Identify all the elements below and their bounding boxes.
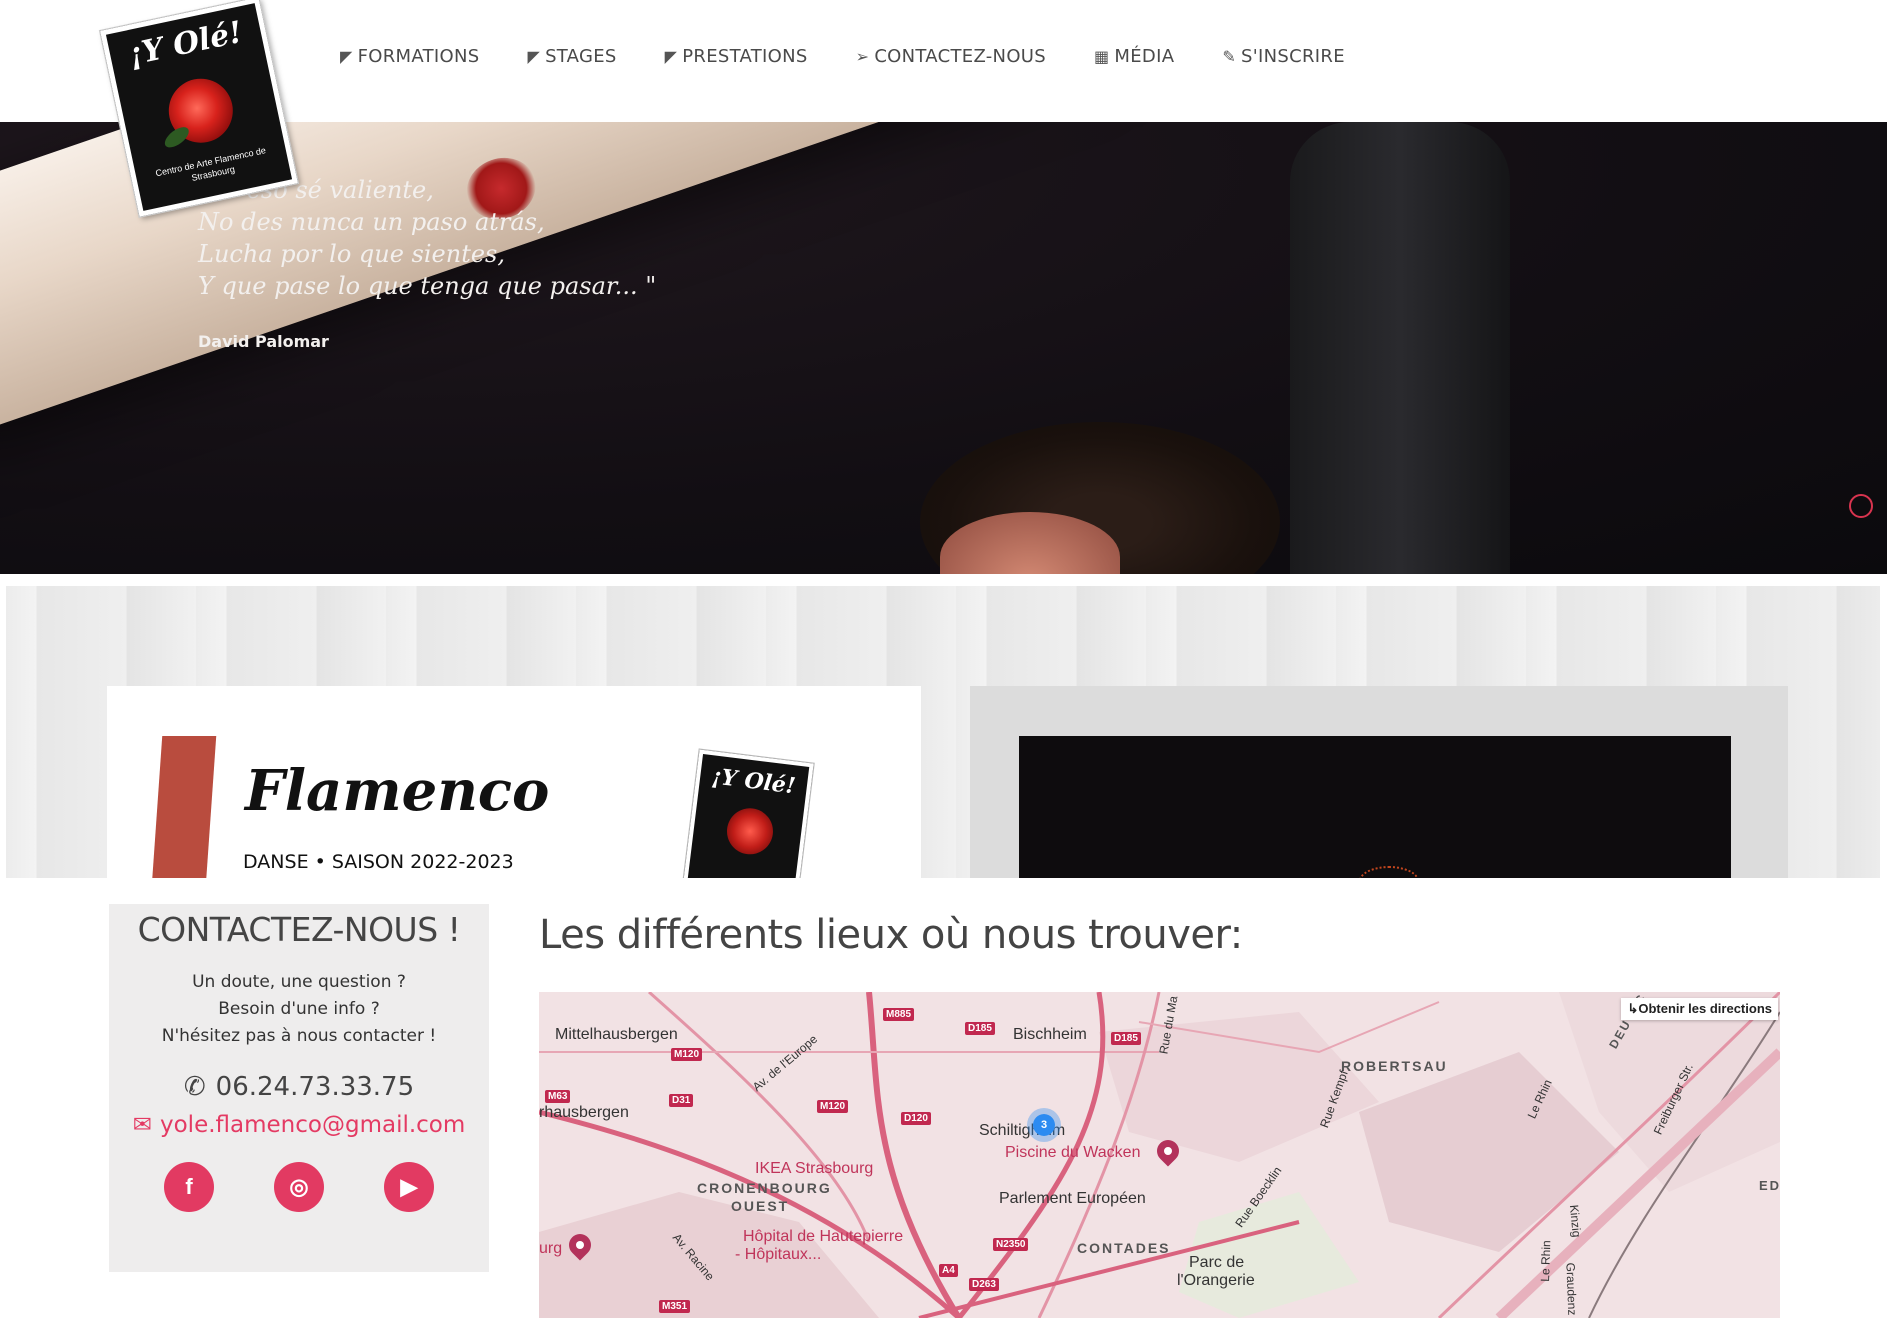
country-label: ED <box>1759 1178 1780 1193</box>
place-label: ROBERTSAU <box>1341 1058 1448 1074</box>
contact-phone[interactable]: ✆ 06.24.73.33.75 <box>109 1072 489 1102</box>
road-tag: N2350 <box>993 1238 1029 1251</box>
road-tag: M120 <box>671 1048 703 1061</box>
street-label: Le Rhin <box>1537 1240 1554 1282</box>
nav-prestations[interactable]: ◤ PRESTATIONS <box>665 46 808 67</box>
place-label: l'Orangerie <box>1177 1272 1255 1289</box>
place-label: IKEA Strasbourg <box>755 1160 874 1177</box>
nav-media[interactable]: ▦ MÉDIA <box>1094 46 1174 67</box>
video-frame <box>970 686 1788 878</box>
place-label: Parlement Européen <box>999 1190 1146 1207</box>
contact-panel: CONTACTEZ-NOUS ! Un doute, une question … <box>109 904 489 1272</box>
place-label: Mittelhausbergen <box>555 1026 678 1043</box>
road-tag: M120 <box>817 1100 849 1113</box>
edit-icon: ✎ <box>1222 47 1237 66</box>
logo-brand-text: ¡Y Olé! <box>125 14 246 73</box>
social-links: f ◎ ▶ <box>109 1162 489 1212</box>
nav-formations[interactable]: ◤ FORMATIONS <box>340 46 479 67</box>
email-address: yole.flamenco@gmail.com <box>160 1112 466 1138</box>
road-tag: A4 <box>939 1264 958 1277</box>
quote-line: Y que pase lo que tenga que pasar... " <box>198 272 657 300</box>
road-tag: D185 <box>965 1022 995 1035</box>
quote-author: David Palomar <box>198 332 329 351</box>
facebook-icon[interactable]: f <box>164 1162 214 1212</box>
nav-stages[interactable]: ◤ STAGES <box>527 46 616 67</box>
directions-icon: ↳ <box>1627 1001 1639 1016</box>
contact-line: N'hésitez pas à nous contacter ! <box>161 1026 437 1046</box>
phone-icon: ✆ <box>183 1072 206 1102</box>
quote-line: No des nunca un paso atrás, <box>198 208 545 236</box>
flyer-title: Flamenco <box>245 758 550 824</box>
season-flyer[interactable]: Flamenco DANSE • SAISON 2022-2023 ¡Y Olé… <box>107 686 921 878</box>
site-header: ¡Y Olé! Centro de Arte Flamenco de Stras… <box>0 0 1887 217</box>
location-cluster-marker[interactable]: 3 <box>1027 1108 1061 1142</box>
dancer-arm <box>1290 122 1510 574</box>
fireworks-graphic <box>1359 866 1419 878</box>
slider-dot[interactable] <box>1849 494 1873 518</box>
road-tag: D263 <box>969 1278 999 1291</box>
contact-line: Besoin d'une info ? <box>218 999 380 1019</box>
paper-plane-icon: ➢ <box>855 47 870 66</box>
video-player[interactable] <box>1019 736 1731 878</box>
nav-label: STAGES <box>545 46 617 67</box>
featured-section: Flamenco DANSE • SAISON 2022-2023 ¡Y Olé… <box>6 586 1880 878</box>
street-label: Kinzig <box>1566 1204 1584 1238</box>
nav-label: MÉDIA <box>1114 46 1175 67</box>
nav-sinscrire[interactable]: ✎ S'INSCRIRE <box>1222 46 1345 67</box>
flyer-accent-bar <box>151 736 217 878</box>
rose-icon <box>724 805 776 857</box>
contact-text: Un doute, une question ? Besoin d'une in… <box>109 969 489 1050</box>
road-tag: M351 <box>659 1300 691 1313</box>
hero-quote: Por eso sé valiente, No des nunca un pas… <box>198 174 656 302</box>
place-label: Parc de <box>1189 1254 1245 1271</box>
road-tag: D120 <box>901 1112 931 1125</box>
place-label: Bischheim <box>1013 1026 1087 1043</box>
street-label: Graudenz <box>1563 1262 1580 1316</box>
youtube-icon[interactable]: ▶ <box>384 1162 434 1212</box>
road-tag: D31 <box>669 1094 694 1107</box>
hero-slider: Por eso sé valiente, No des nunca un pas… <box>0 122 1887 574</box>
road-tag: D185 <box>1111 1032 1141 1045</box>
place-label: CONTADES <box>1077 1240 1171 1256</box>
quote-line: Lucha por lo que sientes, <box>198 240 505 268</box>
road-tag: M885 <box>883 1008 915 1021</box>
nav-label: S'INSCRIRE <box>1241 46 1345 67</box>
place-label: Hôpital de Hautepierre <box>743 1228 904 1245</box>
flyer-stamp-logo: ¡Y Olé! <box>681 749 814 878</box>
phone-number: 06.24.73.33.75 <box>215 1072 415 1102</box>
contact-line: Un doute, une question ? <box>192 972 406 992</box>
fan-icon: ◤ <box>340 47 353 66</box>
flyer-subtitle: DANSE • SAISON 2022-2023 <box>243 851 514 873</box>
grid-icon: ▦ <box>1094 47 1110 66</box>
instagram-icon[interactable]: ◎ <box>274 1162 324 1212</box>
contact-email[interactable]: ✉ yole.flamenco@gmail.com <box>109 1112 489 1138</box>
envelope-icon: ✉ <box>132 1112 152 1138</box>
nav-contactez-nous[interactable]: ➢ CONTACTEZ-NOUS <box>856 46 1046 67</box>
contact-title: CONTACTEZ-NOUS ! <box>137 910 461 949</box>
logo-subtitle: Centro de Arte Flamenco de Strasbourg <box>154 145 267 183</box>
fan-icon: ◤ <box>664 47 678 66</box>
shawl-rose <box>760 122 869 134</box>
place-label: Piscine du Wacken <box>1005 1144 1141 1161</box>
map-heading: Les différents lieux où nous trouver: <box>539 912 1243 958</box>
main-nav: ◤ FORMATIONS ◤ STAGES ◤ PRESTATIONS ➢ CO… <box>340 46 1393 67</box>
place-label: OUEST <box>731 1198 790 1214</box>
place-label: CRONENBOURG <box>697 1180 832 1196</box>
place-label: - Hôpitaux... <box>735 1246 822 1263</box>
locations-map[interactable]: Mittelhausbergen Bischheim ROBERTSAU rha… <box>539 992 1780 1318</box>
road-tag: M63 <box>545 1090 571 1103</box>
nav-label: CONTACTEZ-NOUS <box>874 46 1046 67</box>
get-directions-button[interactable]: ↳Obtenir les directions <box>1621 998 1778 1020</box>
nav-label: PRESTATIONS <box>682 46 808 67</box>
fan-icon: ◤ <box>527 47 541 66</box>
nav-label: FORMATIONS <box>357 46 480 67</box>
stamp-brand: ¡Y Olé! <box>710 763 797 800</box>
place-label: urg <box>539 1240 563 1257</box>
place-label: rhausbergen <box>539 1104 629 1121</box>
directions-label: Obtenir les directions <box>1638 1001 1772 1016</box>
